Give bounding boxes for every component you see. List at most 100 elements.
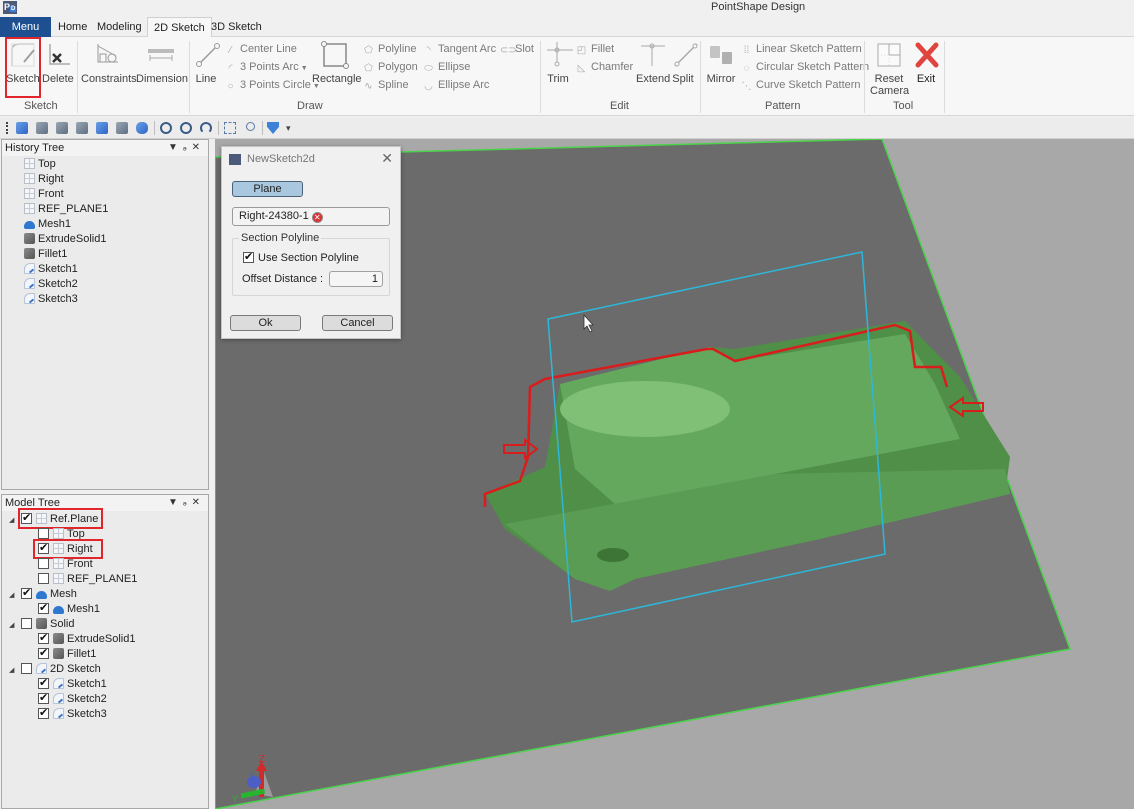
pin-icon[interactable]: ₔ [183,142,192,153]
extend-button[interactable]: Extend [636,40,670,85]
model-item[interactable]: REF_PLANE1 [38,572,137,587]
cancel-button[interactable]: Cancel [322,315,393,331]
delete-button[interactable]: Delete [42,40,74,85]
model-item[interactable]: ExtrudeSolid1 [38,631,136,647]
model-item[interactable]: Mesh1 [38,601,100,617]
checkbox[interactable] [21,586,32,601]
toolbar-grip[interactable] [6,122,9,134]
history-item[interactable]: Fillet1 [24,247,67,262]
checkbox[interactable] [21,618,32,629]
offset-distance-input[interactable]: 1 [329,271,383,287]
zoom-window-icon[interactable] [246,122,255,131]
model-item[interactable]: Sketch1 [38,676,107,692]
view-back-icon[interactable] [36,122,48,134]
checkbox[interactable] [38,601,49,616]
mirror-button[interactable]: Mirror [704,40,738,85]
split-icon [671,40,701,70]
tab-2d-sketch[interactable]: 2D Sketch [147,17,212,38]
panel-dropdown-icon[interactable]: ▼ [168,142,183,153]
view-top-icon[interactable] [96,122,108,134]
use-section-polyline-checkbox[interactable]: Use Section Polyline [243,250,359,264]
view-bottom-icon[interactable] [116,122,128,134]
tab-home[interactable]: Home [52,17,93,37]
tab-modeling[interactable]: Modeling [91,17,148,37]
zoom-fit-icon[interactable] [224,122,236,134]
checkbox[interactable] [243,250,254,263]
expand-icon[interactable]: ◢ [9,588,17,603]
checkbox[interactable] [38,646,49,661]
history-item[interactable]: Sketch2 [24,277,78,292]
close-icon[interactable]: ✕ [192,142,205,153]
model-item[interactable]: Front [38,557,93,572]
polygon-button[interactable]: ⬠ Polygon [363,59,418,75]
ellipse-button[interactable]: ⬭ Ellipse [423,59,470,75]
split-button[interactable]: Split [671,40,698,85]
model-item[interactable]: Sketch2 [38,691,107,707]
dialog-close-icon[interactable]: ✕ [381,150,393,167]
history-item[interactable]: Top [24,157,56,172]
checkbox[interactable] [38,558,49,569]
trim-button[interactable]: Trim [545,40,573,85]
dimension-button[interactable]: Dimension [136,40,188,85]
rotate-ccw-icon[interactable] [180,122,192,134]
rotate-flip-icon[interactable] [200,122,212,134]
close-icon[interactable]: ✕ [192,497,205,508]
rotate-cw-icon[interactable] [160,122,172,134]
history-item[interactable]: Sketch3 [24,292,78,307]
checkbox[interactable] [38,631,49,646]
center-line-button[interactable]: ⁄ Center Line [225,41,297,57]
panel-dropdown-icon[interactable]: ▼ [168,497,183,508]
pin-icon[interactable]: ₔ [183,497,192,508]
ok-button[interactable]: Ok [230,315,301,331]
view-iso-icon[interactable] [136,122,148,134]
expand-icon[interactable]: ◢ [9,513,17,528]
expand-icon[interactable]: ◢ [9,663,17,678]
constraints-button[interactable]: Constraints [81,40,137,85]
checkbox[interactable] [21,663,32,674]
model-group-2d-sketch[interactable]: ◢ 2D Sketch [9,662,101,677]
model-group-mesh[interactable]: ◢Mesh [9,586,77,603]
checkbox[interactable] [38,573,49,584]
chamfer-button[interactable]: ◺ Chamfer [576,59,634,75]
spline-button[interactable]: ∿ Spline [363,77,408,93]
tab-3d-sketch[interactable]: 3D Sketch [205,17,268,37]
reset-camera-button[interactable]: Reset Camera [870,40,909,97]
three-points-arc-button[interactable]: ◜ 3 Points Arc ▼ [225,59,308,75]
history-item[interactable]: Front [24,187,64,202]
history-item[interactable]: REF_PLANE1 [24,202,108,217]
tangent-arc-button[interactable]: ◝ Tangent Arc [423,41,497,57]
polyline-button[interactable]: ⬠ Polyline [363,41,416,57]
model-item[interactable]: Sketch3 [38,706,107,722]
curve-sketch-pattern-button[interactable]: ⋱ Curve Sketch Pattern [741,77,861,93]
model-group-solid[interactable]: ◢ Solid [9,617,74,632]
view-right-icon[interactable] [76,122,88,134]
toolbar-overflow-icon[interactable]: ▾ [286,122,298,134]
center-line-icon: ⁄ [229,45,232,56]
checkbox[interactable] [38,706,49,721]
view-left-icon[interactable] [56,122,68,134]
tab-menu[interactable]: Menu [0,17,51,37]
plane-selection-field[interactable]: Right-24380-1 ✕ [232,207,390,226]
display-mode-icon[interactable] [267,122,279,134]
plane-button[interactable]: Plane [232,181,303,197]
checkbox[interactable] [38,676,49,691]
three-points-circle-button[interactable]: ○ 3 Points Circle ▼ [225,77,319,93]
history-item[interactable]: Sketch1 [24,262,78,277]
circular-sketch-pattern-button[interactable]: ◌ Circular Sketch Pattern [741,59,870,75]
history-item[interactable]: Right [24,172,64,187]
rectangle-button[interactable]: Rectangle [312,40,362,85]
expand-icon[interactable]: ◢ [9,618,17,633]
history-item[interactable]: Mesh1 [24,217,71,232]
checkbox[interactable] [38,691,49,706]
ellipse-arc-button[interactable]: ◡ Ellipse Arc [423,77,489,93]
line-button[interactable]: Line [193,40,220,85]
exit-button[interactable]: Exit [912,40,940,85]
fillet-button[interactable]: ◰ Fillet [576,41,614,57]
remove-selection-icon[interactable]: ✕ [311,212,323,223]
checkbox[interactable] [38,528,49,539]
history-item[interactable]: ExtrudeSolid1 [24,232,107,247]
slot-button[interactable]: ⊂⊃Slot [500,41,534,57]
view-front-icon[interactable] [16,122,28,134]
linear-sketch-pattern-button[interactable]: ⁞⁞ Linear Sketch Pattern [741,41,862,57]
model-item[interactable]: Fillet1 [38,646,96,662]
